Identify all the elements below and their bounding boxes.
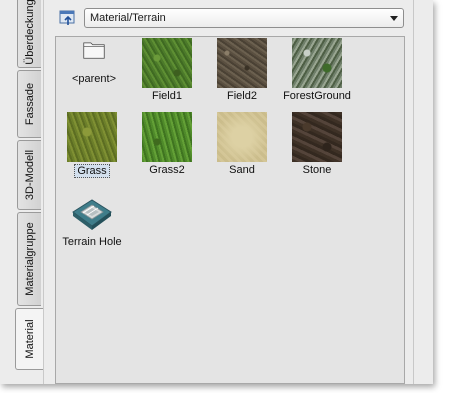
tab-label: Materialgruppe: [23, 222, 36, 296]
folder-icon: [83, 42, 105, 59]
tab-label: 3D-Modell: [23, 149, 36, 201]
tab-label: Fassade: [23, 82, 36, 126]
panel-border: [413, 0, 414, 384]
list-item-sand[interactable]: Sand: [204, 112, 280, 176]
tab-fassade[interactable]: Fassade: [17, 70, 41, 138]
folder-up-icon[interactable]: [59, 9, 77, 27]
list-item-grass2[interactable]: Grass2: [129, 112, 205, 176]
item-label: Grass: [74, 164, 110, 178]
texture-thumbnail: [142, 112, 192, 162]
tab-ueberdeckung[interactable]: Überdeckung: [17, 0, 41, 68]
tab-divider: [43, 0, 44, 384]
list-item-parent[interactable]: <parent>: [56, 39, 132, 85]
texture-thumbnail: [142, 38, 192, 88]
material-browser-panel: Überdeckung Fassade 3D-Modell Materialgr…: [0, 0, 433, 384]
tab-label: Überdeckung: [23, 0, 36, 65]
tab-material[interactable]: Material: [15, 308, 43, 370]
vertical-tab-bar: Überdeckung Fassade 3D-Modell Materialgr…: [15, 0, 43, 384]
path-combobox[interactable]: Material/Terrain: [84, 8, 404, 28]
item-label: Stone: [302, 164, 332, 176]
texture-thumbnail: [292, 112, 342, 162]
texture-thumbnail: [217, 112, 267, 162]
item-label: Sand: [229, 164, 255, 176]
path-combobox-value: Material/Terrain: [90, 12, 166, 24]
list-item-terrain-hole[interactable]: Terrain Hole: [54, 192, 130, 248]
material-grid: <parent> Field1 Field2 ForestGround Gras…: [55, 36, 405, 384]
tab-3d-modell[interactable]: 3D-Modell: [17, 140, 41, 210]
chevron-down-icon: [390, 16, 398, 21]
list-item-field2[interactable]: Field2: [204, 38, 280, 102]
list-item-forestground[interactable]: ForestGround: [279, 38, 355, 102]
texture-thumbnail: [67, 112, 117, 162]
item-label: Field1: [152, 90, 182, 102]
item-label: <parent>: [71, 73, 117, 85]
list-item-grass[interactable]: Grass: [54, 112, 130, 178]
item-label: ForestGround: [283, 90, 351, 102]
item-label: Grass2: [149, 164, 185, 176]
item-label: Field2: [227, 90, 257, 102]
texture-thumbnail: [292, 38, 342, 88]
tab-label: Material: [23, 319, 36, 359]
terrain-hole-icon: [72, 199, 112, 230]
list-item-field1[interactable]: Field1: [129, 38, 205, 102]
texture-thumbnail: [217, 38, 267, 88]
list-item-stone[interactable]: Stone: [279, 112, 355, 176]
tab-materialgruppe[interactable]: Materialgruppe: [17, 212, 41, 306]
item-label: Terrain Hole: [62, 236, 122, 248]
